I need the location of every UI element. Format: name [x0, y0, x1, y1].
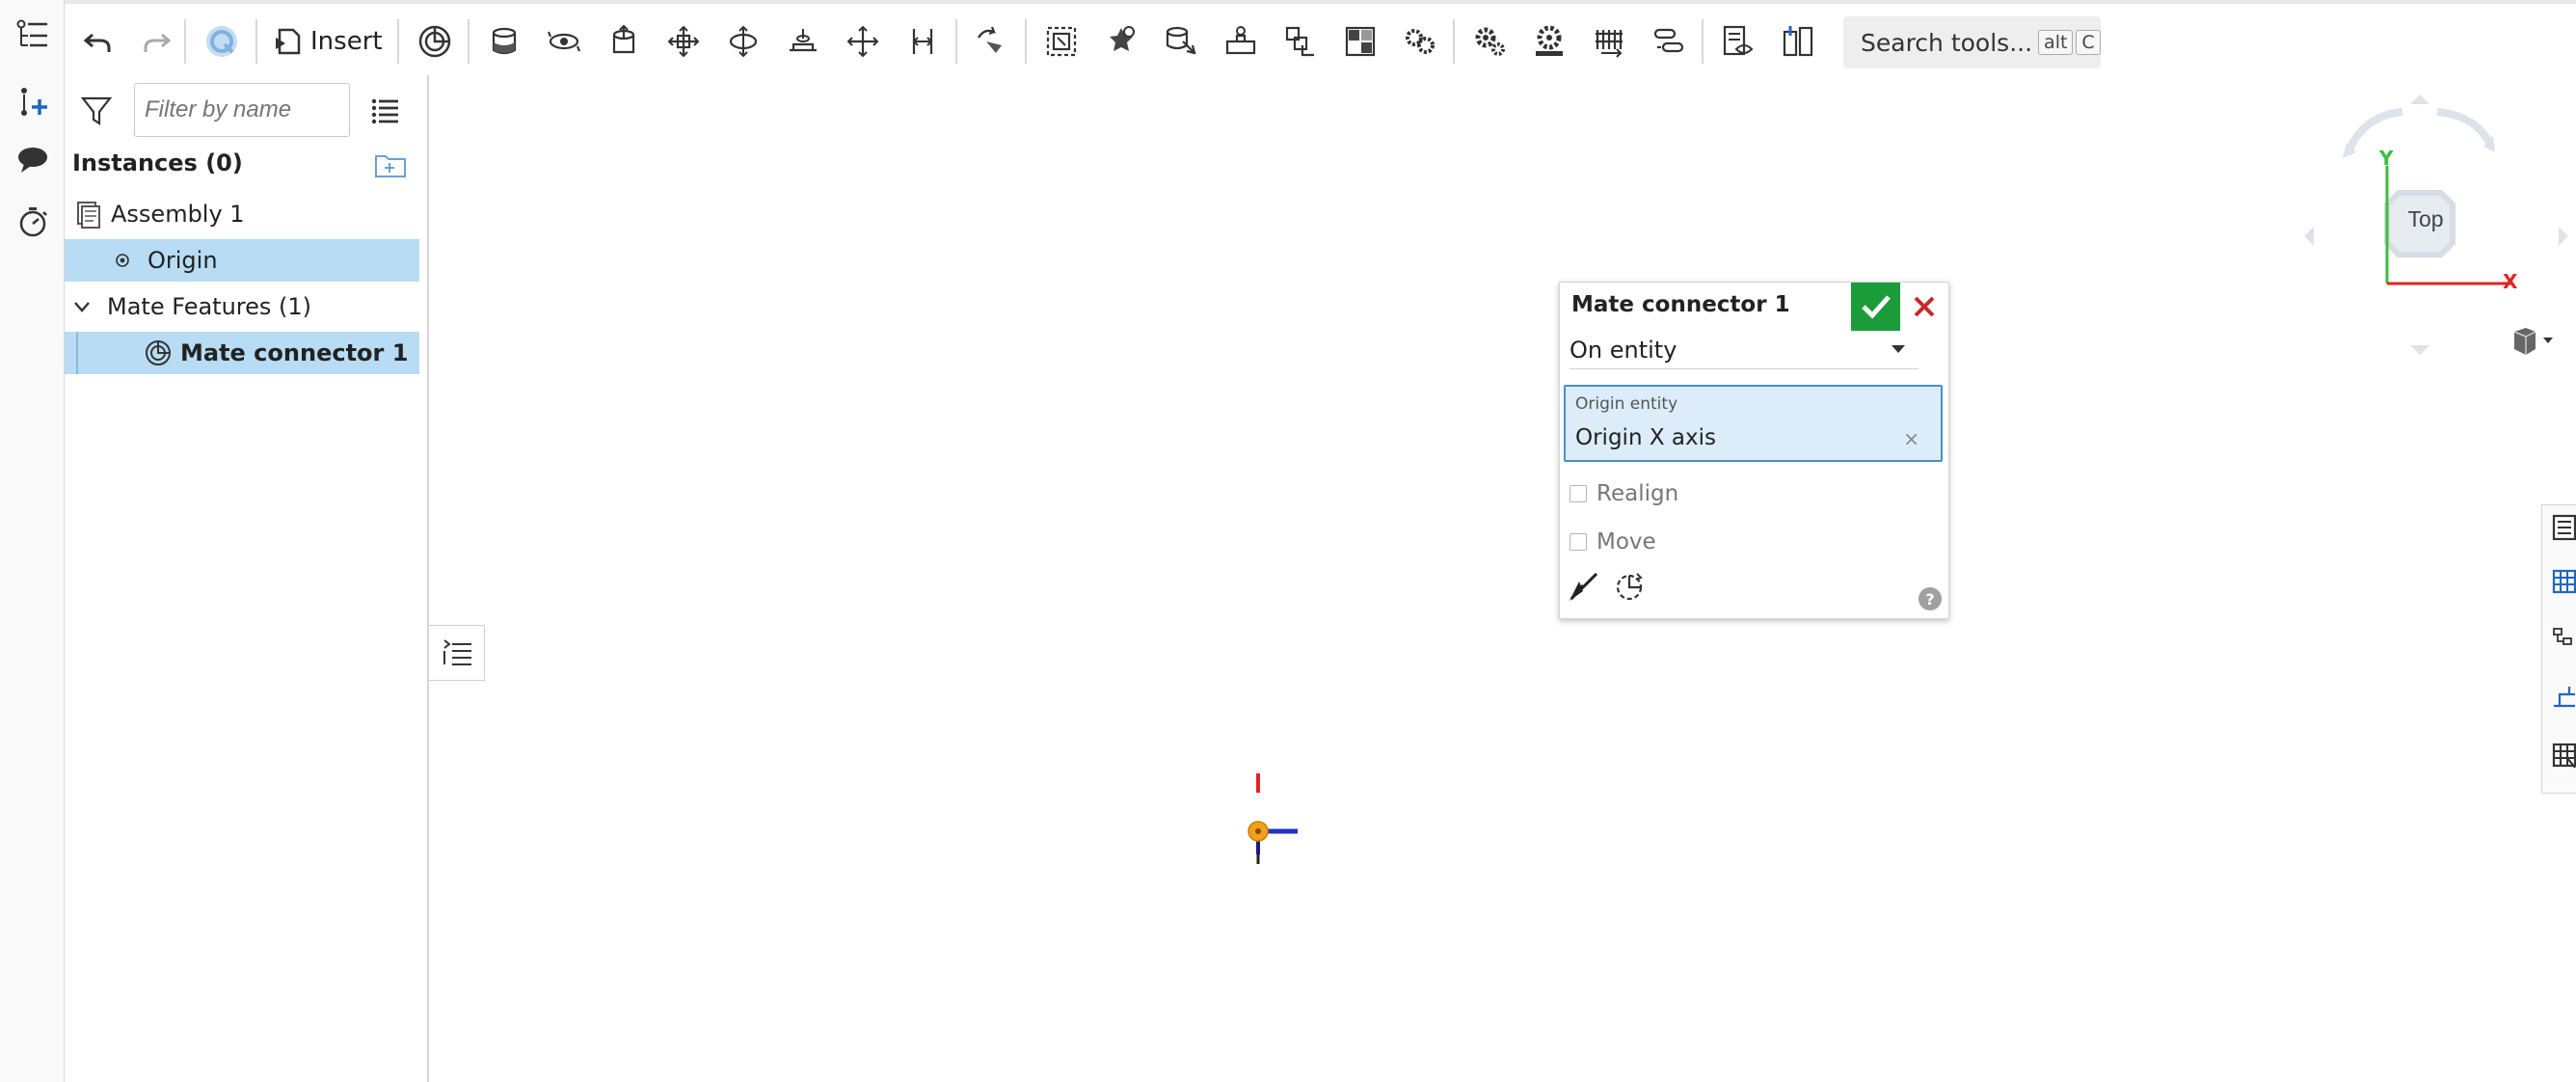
pin-slot-mate-icon[interactable]	[782, 20, 824, 63]
mate-connector-pattern-icon[interactable]	[1160, 20, 1202, 63]
tree-label-mate-features: Mate Features (1)	[107, 293, 312, 320]
screw-relation-icon[interactable]	[1588, 20, 1630, 63]
axis-y-label: Y	[2379, 147, 2394, 170]
parallel-mate-icon[interactable]	[901, 20, 944, 63]
filter-icon[interactable]	[80, 95, 113, 131]
rotate-left-arrow-icon	[2304, 227, 2314, 246]
origin-icon	[116, 254, 129, 267]
move-box[interactable]	[1570, 533, 1587, 551]
tree-label-assembly: Assembly 1	[111, 201, 245, 228]
view-cube-face-label: Top	[2407, 206, 2444, 231]
rotate-up-arrow-icon	[2410, 95, 2429, 104]
instance-table-panel-icon[interactable]	[2550, 741, 2576, 779]
axis-x-label: X	[2503, 270, 2518, 293]
gear-icon[interactable]	[1468, 20, 1511, 63]
list-toggle-icon	[443, 639, 471, 665]
tree-item-mate-features[interactable]: Mate Features (1)	[65, 285, 419, 328]
group-icon[interactable]	[1040, 20, 1083, 63]
history-timer-icon[interactable]	[12, 201, 54, 243]
revolute-mate-icon[interactable]	[543, 20, 585, 63]
search-tools-button[interactable]: Search tools... alt C	[1843, 16, 2101, 68]
rotate-down-arrow-icon	[2410, 345, 2429, 355]
move-checkbox[interactable]: Move	[1570, 529, 1656, 555]
clear-selection-icon[interactable]: ×	[1903, 427, 1919, 450]
rotate-right-arrow-icon	[2559, 227, 2568, 246]
reorient-secondary-axis-icon[interactable]	[1610, 568, 1649, 607]
regenerate-icon[interactable]	[201, 20, 243, 63]
configurations-panel-icon[interactable]	[2550, 625, 2576, 663]
insert-label: Insert	[310, 27, 383, 56]
insert-icon	[276, 28, 301, 55]
rack-pinion-icon[interactable]	[1528, 20, 1570, 63]
realign-label: Realign	[1597, 481, 1679, 506]
appearance-panel-icon[interactable]	[2550, 683, 2576, 721]
section-view-icon[interactable]	[1339, 20, 1382, 63]
list-view-icon[interactable]	[371, 96, 400, 129]
shortcut-c-key: C	[2076, 30, 2101, 55]
linear-pattern-icon[interactable]	[1279, 20, 1322, 63]
tree-item-mate-connector[interactable]: Mate connector 1	[65, 332, 419, 374]
help-icon[interactable]: ?	[1919, 587, 1942, 610]
placement-type-dropdown[interactable]: On entity	[1570, 331, 1919, 369]
linear-relation-icon[interactable]	[1648, 20, 1690, 63]
view-options-caret-icon	[2543, 338, 2553, 343]
origin-entity-field[interactable]: Origin entity Origin X axis ×	[1564, 385, 1943, 462]
realign-box[interactable]	[1570, 485, 1587, 502]
display-states-icon[interactable]	[1777, 20, 1819, 63]
add-folder-icon[interactable]	[373, 150, 408, 183]
tree-item-origin[interactable]: Origin	[65, 239, 419, 282]
redo-icon[interactable]	[136, 20, 178, 63]
panel-toggle-button[interactable]	[429, 625, 485, 681]
ball-mate-icon[interactable]	[842, 20, 884, 63]
close-icon	[1914, 296, 1935, 317]
realign-checkbox[interactable]: Realign	[1570, 481, 1678, 506]
feature-list-icon[interactable]	[12, 14, 54, 56]
tree-label-mate-connector: Mate connector 1	[180, 339, 409, 366]
toolbar: Insert Search tools... alt C	[65, 0, 2576, 75]
filter-input[interactable]	[134, 83, 350, 137]
checkmark-icon	[1861, 295, 1891, 319]
insert-button[interactable]: Insert	[274, 20, 383, 63]
comments-icon[interactable]	[12, 139, 54, 181]
tree-item-assembly[interactable]: Assembly 1	[65, 193, 419, 235]
relation-icon[interactable]	[971, 20, 1013, 63]
shortcut-alt-key: alt	[2038, 30, 2074, 55]
search-tools-label: Search tools...	[1861, 28, 2033, 57]
assembly-icon	[77, 202, 100, 229]
cylindrical-mate-icon[interactable]	[722, 20, 765, 63]
planar-mate-icon[interactable]	[662, 20, 705, 63]
dialog-title: Mate connector 1	[1571, 292, 1790, 317]
origin-entity-label: Origin entity	[1575, 394, 1678, 414]
right-panel-tabs	[2541, 504, 2576, 794]
view-cube[interactable]: Top Y X	[2294, 87, 2574, 376]
bom-panel-icon[interactable]	[2550, 567, 2576, 606]
origin-entity-value: Origin X axis	[1575, 425, 1716, 450]
explode-view-icon[interactable]	[1220, 20, 1262, 63]
accept-button[interactable]	[1851, 283, 1900, 331]
flip-primary-axis-icon[interactable]	[1564, 568, 1602, 607]
mate-connector-item-icon	[146, 340, 171, 365]
mate-connector-icon[interactable]	[414, 20, 456, 63]
slider-mate-icon[interactable]	[603, 20, 645, 63]
placement-type-value: On entity	[1570, 336, 1677, 364]
view-options-button[interactable]	[2501, 324, 2559, 366]
replicate-icon[interactable]	[1100, 20, 1142, 63]
cancel-button[interactable]	[1902, 284, 1946, 329]
instances-title: Instances (0)	[72, 149, 243, 176]
mate-connector-dialog: Mate connector 1 On entity Origin entity…	[1559, 282, 1949, 619]
feature-panel: Instances (0) Assembly 1 Origin Mate Fea…	[65, 75, 429, 1082]
properties-panel-icon[interactable]	[2550, 513, 2576, 552]
add-insert-icon[interactable]	[12, 81, 54, 123]
origin-triad[interactable]	[1234, 768, 1301, 864]
move-label: Move	[1597, 529, 1656, 555]
left-rail	[0, 0, 65, 1082]
gear-relation-icon[interactable]	[1399, 20, 1441, 63]
tree-label-origin: Origin	[148, 247, 218, 274]
named-views-icon[interactable]	[1717, 20, 1759, 63]
chevron-down-icon[interactable]	[72, 297, 92, 316]
dropdown-arrow-icon	[1892, 345, 1905, 353]
fastened-mate-icon[interactable]	[483, 20, 525, 63]
undo-icon[interactable]	[76, 20, 119, 63]
